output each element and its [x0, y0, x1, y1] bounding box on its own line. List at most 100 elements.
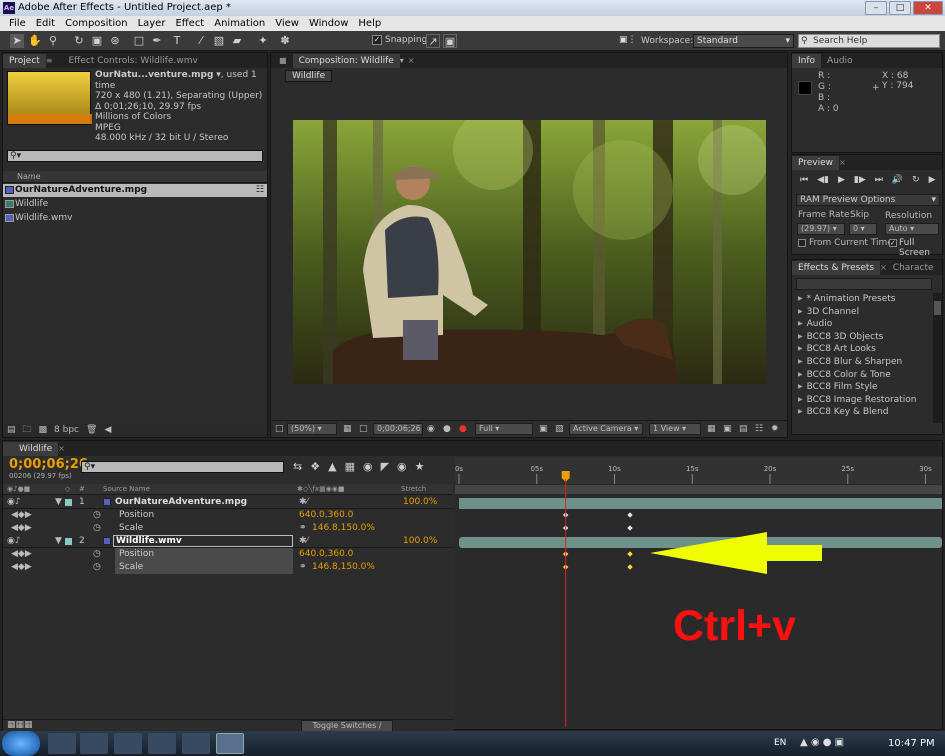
layer-row[interactable]: ◉♪ ▼ 1 OurNatureAdventure.mpg ✱⁄ 100.0%	[3, 496, 453, 509]
twirl-down-icon[interactable]: ▼	[55, 535, 62, 548]
clone-stamp-tool-icon[interactable]: ▧	[212, 34, 226, 48]
scale-value[interactable]: 146.8,150.0%	[312, 561, 375, 574]
menu-window[interactable]: Window	[304, 16, 353, 31]
tab-audio[interactable]: Audio	[821, 54, 859, 68]
switch-shy-icon[interactable]: ✱⁄	[299, 496, 308, 509]
maximize-button[interactable]: □	[889, 1, 911, 15]
puppet-tool-icon[interactable]: ✽	[278, 34, 292, 48]
full-screen-checkbox[interactable]: ✓	[889, 239, 897, 247]
timeline-icon[interactable]: ▤	[739, 424, 748, 434]
menu-edit[interactable]: Edit	[31, 16, 60, 31]
effect-category[interactable]: BCC8 3D Objects	[792, 331, 932, 344]
column-header-name[interactable]: Name	[3, 171, 267, 183]
layer-name[interactable]: OurNatureAdventure.mpg	[115, 496, 247, 509]
brush-tool-icon[interactable]: ⁄	[194, 34, 208, 48]
comp-breadcrumb[interactable]: Wildlife	[285, 70, 333, 82]
camera-tool-icon[interactable]: ▣	[90, 34, 104, 48]
tab-character[interactable]: Characte	[887, 261, 940, 275]
project-item[interactable]: Wildlife.wmv	[3, 212, 267, 225]
tab-project[interactable]: Project	[3, 53, 46, 68]
layer-stretch[interactable]: 100.0%	[403, 496, 437, 509]
play-icon[interactable]: ▶	[838, 175, 845, 185]
expand-panes-icon[interactable]: ▦▦▦	[7, 720, 33, 730]
media-player-icon[interactable]	[148, 733, 176, 754]
col-stretch[interactable]: Stretch	[401, 484, 426, 495]
twirl-down-icon[interactable]: ▼	[55, 496, 62, 509]
switch-shy-icon[interactable]: ✱⁄	[299, 535, 308, 548]
timeline-graph[interactable]: 0s 05s 10s 15s 20s 25s 30s Ctrl+v	[455, 457, 942, 727]
transparency-grid-icon[interactable]: ▧	[555, 424, 564, 434]
effect-category[interactable]: BCC8 Color & Tone	[792, 369, 932, 382]
roi-icon[interactable]: ▣	[539, 424, 548, 434]
effect-category[interactable]: BCC8 Image Restoration	[792, 394, 932, 407]
effects-scrollbar[interactable]	[933, 293, 942, 423]
firefox-icon[interactable]	[80, 733, 108, 754]
comp-timecode[interactable]: 0;00;06;26	[373, 423, 423, 435]
chevron-down-icon[interactable]: ▾	[400, 56, 404, 65]
effect-category[interactable]: * Animation Presets	[792, 293, 932, 306]
eraser-tool-icon[interactable]: ▰	[230, 34, 244, 48]
rotate-tool-icon[interactable]: ↻	[72, 34, 86, 48]
bpc-label[interactable]: 8 bpc	[54, 425, 79, 435]
live-update-icon[interactable]: ◉	[397, 460, 407, 473]
language-indicator[interactable]: EN	[774, 738, 786, 748]
camera-snapshot-icon[interactable]: ◉	[427, 424, 435, 434]
project-item[interactable]: Wildlife	[3, 198, 267, 211]
motion-blur-icon[interactable]: ◉	[363, 460, 373, 473]
ram-preview-icon[interactable]: ▶	[929, 175, 936, 185]
col-source-name[interactable]: Source Name	[103, 484, 150, 495]
effect-category[interactable]: BCC8 Art Looks	[792, 343, 932, 356]
grid-icon[interactable]: ▦	[343, 424, 352, 434]
zoom-tool-icon[interactable]: ⚲	[46, 34, 60, 48]
view-layout-dropdown[interactable]: 1 View ▾	[649, 423, 701, 435]
menu-composition[interactable]: Composition	[60, 16, 132, 31]
interpret-footage-icon[interactable]: ▤	[7, 425, 16, 435]
eye-icon[interactable]: ◉♪	[7, 535, 21, 548]
effects-search-input[interactable]	[796, 278, 932, 290]
new-composition-icon[interactable]: ▩	[39, 425, 48, 435]
position-value[interactable]: 640.0,360.0	[299, 509, 353, 522]
menu-animation[interactable]: Animation	[209, 16, 270, 31]
tab-effect-controls[interactable]: Effect Controls: Wildlife.wmv	[63, 54, 204, 68]
roto-brush-tool-icon[interactable]: ✦	[256, 34, 270, 48]
position-value[interactable]: 640.0,360.0	[299, 548, 353, 561]
toggle-pixel-icon[interactable]: ▦	[707, 424, 716, 434]
menu-view[interactable]: View	[270, 16, 304, 31]
graph-editor-icon[interactable]: ◤	[381, 460, 389, 473]
menu-layer[interactable]: Layer	[133, 16, 171, 31]
last-frame-icon[interactable]: ⏭	[875, 175, 883, 185]
brainstorm-icon[interactable]: ★	[415, 460, 425, 473]
property-name-position[interactable]: Position	[115, 548, 293, 561]
stopwatch-icon[interactable]: ◷	[93, 561, 101, 574]
effect-category[interactable]: BCC8 Blur & Sharpen	[792, 356, 932, 369]
tab-preview[interactable]: Preview	[792, 155, 840, 170]
stopwatch-icon[interactable]: ◷	[93, 548, 101, 561]
effect-category[interactable]: BCC8 Film Style	[792, 381, 932, 394]
snapping-checkbox[interactable]: ✓	[372, 35, 382, 45]
internet-explorer-icon[interactable]	[114, 733, 142, 754]
explorer-icon[interactable]	[48, 733, 76, 754]
scale-value[interactable]: 146.8,150.0%	[312, 522, 375, 535]
close-icon[interactable]: ×	[408, 56, 415, 65]
effect-category[interactable]: Audio	[792, 318, 932, 331]
close-icon[interactable]: ×	[839, 158, 846, 167]
eye-icon[interactable]: ◉♪	[7, 496, 21, 509]
label-color-swatch[interactable]	[65, 538, 72, 545]
after-effects-taskbar-icon[interactable]	[216, 733, 244, 754]
tab-effects-presets[interactable]: Effects & Presets	[792, 260, 881, 275]
stopwatch-icon[interactable]: ◷	[93, 509, 101, 522]
frame-rate-dropdown[interactable]: (29.97) ▾	[797, 223, 845, 235]
tab-info[interactable]: Info	[792, 53, 822, 68]
menu-effect[interactable]: Effect	[170, 16, 209, 31]
close-icon[interactable]: ×	[880, 263, 887, 272]
pen-tool-icon[interactable]: ✒	[150, 34, 164, 48]
lock-icon[interactable]: ■	[279, 56, 287, 65]
camera-dropdown[interactable]: Active Camera ▾	[569, 423, 643, 435]
keyframe-nav-icon[interactable]: ◀◆▶	[11, 548, 32, 561]
label-color-swatch[interactable]	[65, 499, 72, 506]
fast-previews-icon[interactable]: ▣	[723, 424, 732, 434]
start-button[interactable]	[2, 731, 40, 756]
mute-icon[interactable]: 🔊	[892, 175, 903, 185]
hand-tool-icon[interactable]: ✋	[28, 34, 42, 48]
search-help-input[interactable]: ⚲ Search Help	[798, 34, 940, 48]
